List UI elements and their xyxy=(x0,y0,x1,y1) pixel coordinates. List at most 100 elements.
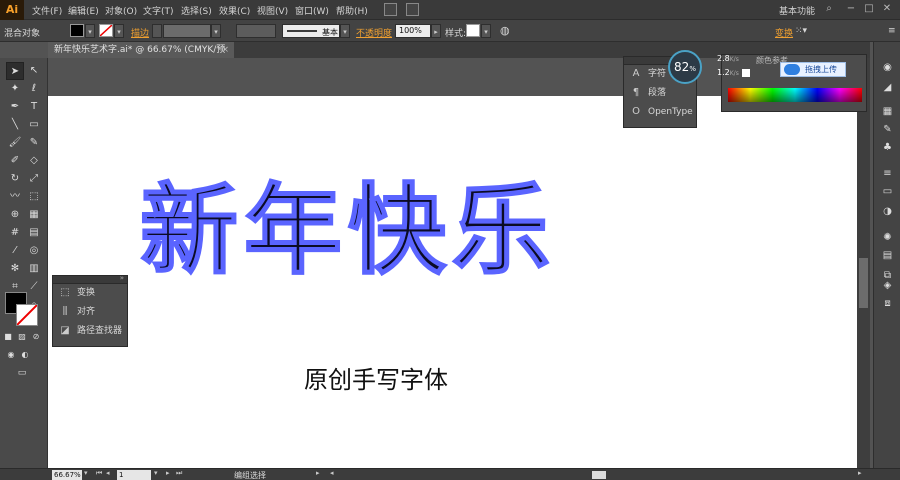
color-chip[interactable] xyxy=(742,69,750,77)
fill-swatch[interactable] xyxy=(70,24,84,37)
maximize-icon[interactable]: □ xyxy=(862,2,876,16)
gradient-panel-icon[interactable]: ▭ xyxy=(880,184,895,199)
vertical-scroll-thumb[interactable] xyxy=(859,258,868,308)
subtitle-text[interactable]: 原创手写字体 xyxy=(304,360,448,395)
rectangle-tool-icon[interactable]: ▭ xyxy=(25,116,43,134)
perspective-grid-tool-icon[interactable]: ▦ xyxy=(25,206,43,224)
menu-file[interactable]: 文件(F) xyxy=(32,4,62,17)
page-dropdown-icon[interactable]: ▾ xyxy=(154,469,158,477)
zoom-field[interactable]: 66.67% xyxy=(52,470,82,480)
control-panel-menu-icon[interactable]: ≡ xyxy=(888,26,896,36)
variable-width-field[interactable] xyxy=(236,24,276,38)
artboard[interactable]: 新年快乐 原创手写字体 xyxy=(48,96,866,468)
arrange-documents-icon[interactable] xyxy=(406,3,419,16)
panel-opentype[interactable]: O OpenType xyxy=(624,103,696,122)
pencil-tool-icon[interactable]: ✎ xyxy=(25,134,43,152)
paintbrush-tool-icon[interactable]: 🖌 xyxy=(6,134,24,152)
links-icon[interactable]: ⧈ xyxy=(880,296,895,311)
stroke-panel-icon[interactable]: ≡ xyxy=(880,166,895,181)
vertical-scrollbar[interactable] xyxy=(857,58,870,468)
column-graph-tool-icon[interactable]: ▥ xyxy=(25,260,43,278)
none-mode-icon[interactable]: ⊘ xyxy=(30,328,42,346)
warp-tool-icon[interactable]: 〰 xyxy=(6,188,24,206)
draw-behind-icon[interactable]: ◐ xyxy=(18,346,32,364)
graphic-style-swatch[interactable] xyxy=(466,24,480,37)
mesh-tool-icon[interactable]: # xyxy=(6,224,24,242)
menu-view[interactable]: 视图(V) xyxy=(257,4,288,17)
next-page-icon[interactable]: ▸ xyxy=(166,469,170,477)
status-menu-icon[interactable]: ▸ xyxy=(316,469,320,477)
panel-paragraph[interactable]: ¶ 段落 xyxy=(624,84,696,103)
scroll-right-icon[interactable]: ▸ xyxy=(858,469,862,477)
recolor-icon[interactable]: ◍ xyxy=(500,24,510,37)
gradient-mode-icon[interactable]: ▨ xyxy=(16,328,28,346)
eraser-tool-icon[interactable]: ◇ xyxy=(25,152,43,170)
line-tool-icon[interactable]: ╲ xyxy=(6,116,24,134)
brushes-icon[interactable]: ✎ xyxy=(880,122,895,137)
bridge-icon[interactable] xyxy=(384,3,397,16)
previous-page-icon[interactable]: ◂ xyxy=(106,469,110,477)
scale-tool-icon[interactable]: ⤢ xyxy=(25,170,43,188)
menu-select[interactable]: 选择(S) xyxy=(181,4,212,17)
scroll-left-icon[interactable]: ◂ xyxy=(330,469,334,477)
drag-upload-button[interactable]: 拖拽上传 xyxy=(780,62,846,77)
headline-artwork[interactable]: 新年快乐 xyxy=(139,175,556,287)
last-page-icon[interactable]: ⏭ xyxy=(176,469,182,478)
shape-builder-tool-icon[interactable]: ⊕ xyxy=(6,206,24,224)
page-field[interactable]: 1 xyxy=(117,470,151,480)
swatches-icon[interactable]: ▦ xyxy=(880,104,895,119)
pen-tool-icon[interactable]: ✒ xyxy=(6,98,24,116)
panel-align[interactable]: ⫼ 对齐 xyxy=(53,303,127,322)
symbol-sprayer-tool-icon[interactable]: ✻ xyxy=(6,260,24,278)
menu-window[interactable]: 窗口(W) xyxy=(295,4,329,17)
stroke-swatch[interactable] xyxy=(99,24,113,37)
search-icon[interactable]: ⌕ xyxy=(822,2,836,16)
layers-icon[interactable]: ◈ xyxy=(880,278,895,293)
panel-transform[interactable]: ⬚ 变换 xyxy=(53,284,127,303)
draw-mode-icon[interactable]: ◉ xyxy=(4,346,18,364)
opacity-label[interactable]: 不透明度 xyxy=(356,26,392,39)
direct-selection-tool-icon[interactable]: ↖ xyxy=(25,62,43,80)
stroke-weight-field[interactable] xyxy=(163,24,211,38)
status-tool-text[interactable]: 编组选择 xyxy=(234,470,266,480)
free-transform-tool-icon[interactable]: ⬚ xyxy=(25,188,43,206)
first-page-icon[interactable]: ⏮ xyxy=(96,469,102,478)
color-panel-icon[interactable]: ✺ xyxy=(880,230,895,245)
workspace-switcher[interactable]: 基本功能 xyxy=(779,4,815,17)
rotate-tool-icon[interactable]: ↻ xyxy=(6,170,24,188)
fill-dropdown-icon[interactable]: ▾ xyxy=(85,24,95,38)
color-mode-icon[interactable]: ■ xyxy=(2,328,14,346)
type-tool-icon[interactable]: T xyxy=(25,98,43,116)
close-document-icon[interactable]: × xyxy=(221,42,229,58)
zoom-dropdown-icon[interactable]: ▾ xyxy=(84,469,88,477)
gradient-tool-icon[interactable]: ▤ xyxy=(25,224,43,242)
stroke-dropdown-icon[interactable]: ▾ xyxy=(114,24,124,38)
graphic-style-dropdown-icon[interactable]: ▾ xyxy=(481,24,491,38)
screen-mode-icon[interactable]: ▭ xyxy=(14,364,30,382)
menu-effect[interactable]: 效果(C) xyxy=(219,4,250,17)
transparency-icon[interactable]: ◑ xyxy=(880,204,895,219)
symbols-icon[interactable]: ♣ xyxy=(880,140,895,155)
stroke-weight-dropdown-icon[interactable]: ▾ xyxy=(211,24,221,38)
align-options-icon[interactable]: ⁙▾ xyxy=(795,26,807,36)
opacity-dropdown-icon[interactable]: ▸ xyxy=(431,24,441,38)
transform-link[interactable]: 变换 xyxy=(775,26,793,39)
panel-header[interactable]: » xyxy=(53,274,127,284)
stroke-color-box[interactable] xyxy=(16,304,38,326)
document-tab[interactable]: 新年快乐艺术字.ai* @ 66.67% (CMYK/预览) × xyxy=(48,42,234,71)
blob-brush-tool-icon[interactable]: ✐ xyxy=(6,152,24,170)
network-speed-meter[interactable]: 82% xyxy=(668,50,702,84)
close-icon[interactable]: ✕ xyxy=(880,2,894,16)
magic-wand-tool-icon[interactable]: ✦ xyxy=(6,80,24,98)
minimize-icon[interactable]: − xyxy=(844,2,858,16)
canvas-area[interactable]: 新年快乐 原创手写字体 xyxy=(48,58,870,468)
menu-help[interactable]: 帮助(H) xyxy=(336,4,368,17)
eyedropper-tool-icon[interactable]: ⁄ xyxy=(6,242,24,260)
stroke-weight-stepper[interactable] xyxy=(152,24,162,38)
menu-edit[interactable]: 编辑(E) xyxy=(68,4,99,17)
appearance-icon[interactable]: ◉ xyxy=(880,60,895,75)
collapse-icon[interactable]: » xyxy=(120,274,124,282)
lasso-tool-icon[interactable]: ℓ xyxy=(25,80,43,98)
horizontal-scroll-thumb[interactable] xyxy=(592,471,606,479)
color-guide-icon[interactable]: ▤ xyxy=(880,248,895,263)
